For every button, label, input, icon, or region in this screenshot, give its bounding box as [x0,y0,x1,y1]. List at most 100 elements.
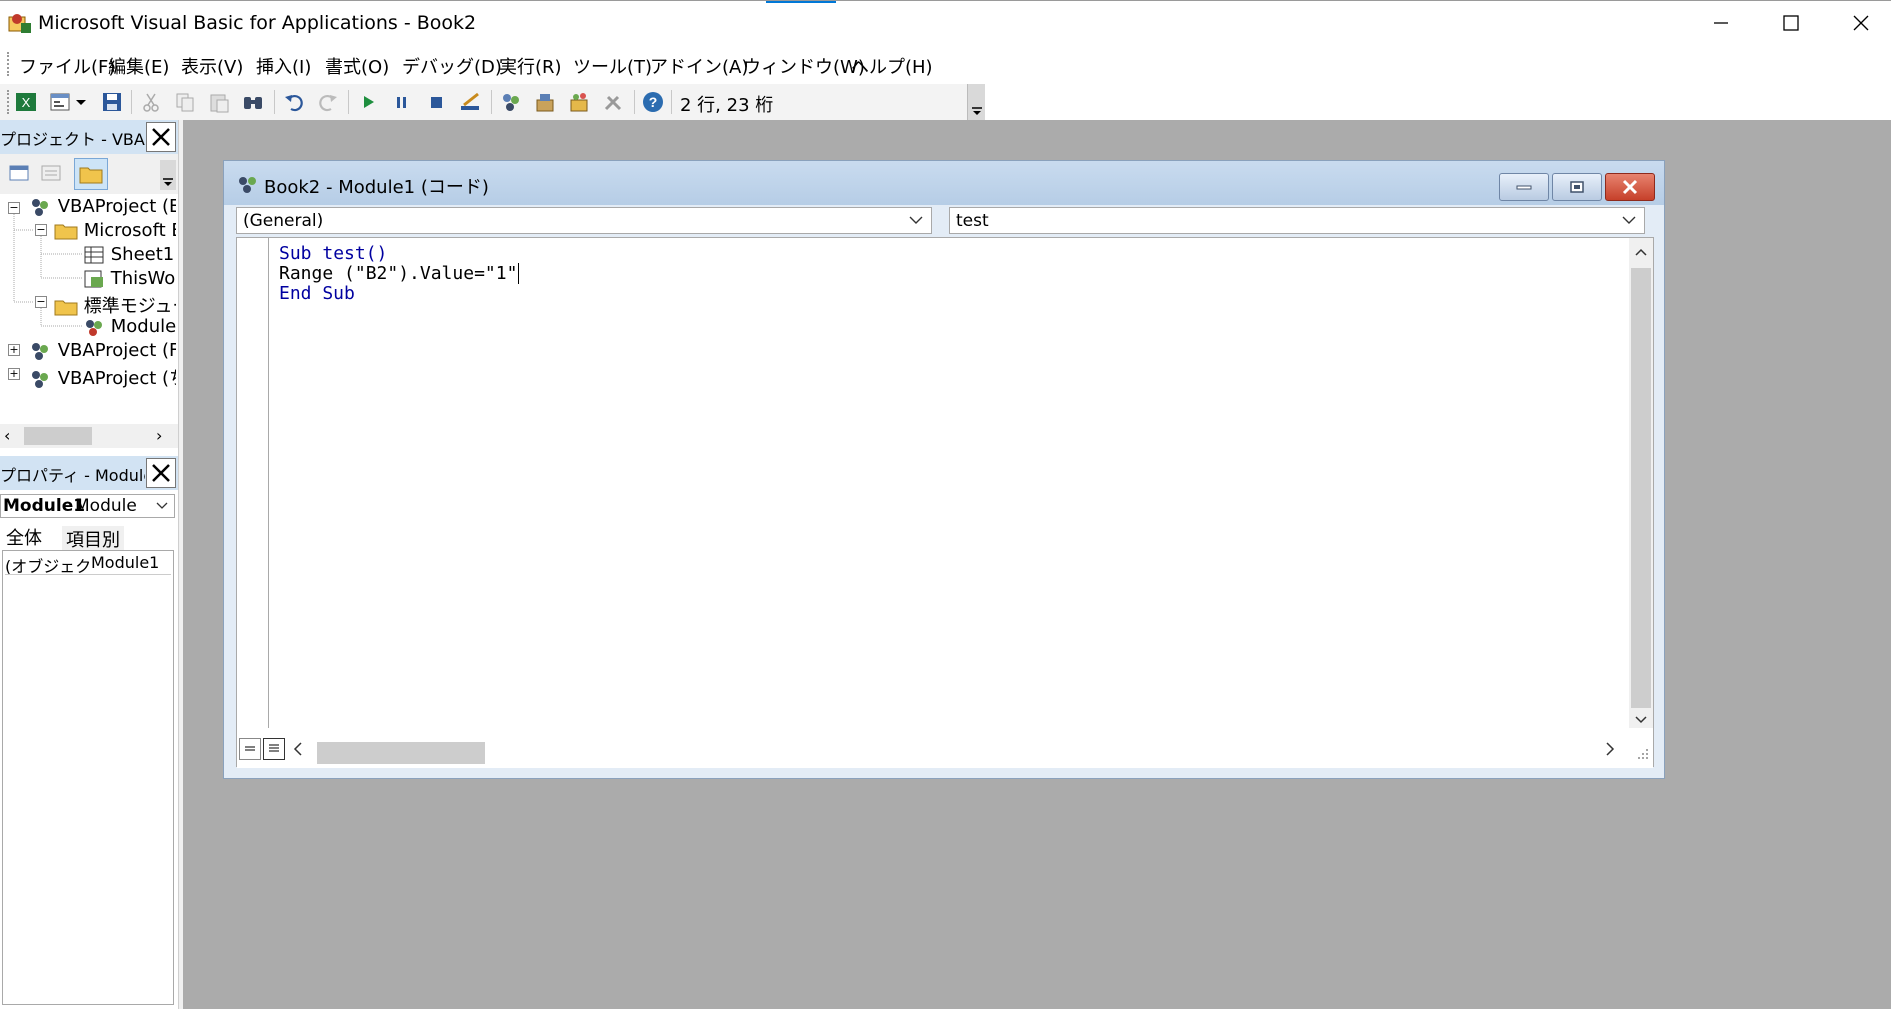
properties-window-icon[interactable] [532,89,558,115]
project-toolbar-chevron[interactable] [160,160,176,190]
property-row-name[interactable]: (オブジェクト名)Module1 [5,553,171,575]
view-excel-icon[interactable]: X [13,89,39,115]
scroll-right-icon[interactable]: › [156,426,162,445]
tree-node-thisworkbook[interactable]: ThisWork [83,268,176,289]
object-combo[interactable]: (General) [236,207,932,234]
menu-addins[interactable]: アドイン(A) [650,53,748,79]
toggle-folders-icon[interactable] [74,158,108,190]
object-browser-icon[interactable] [566,89,592,115]
code-window-close-button[interactable] [1605,173,1655,201]
menu-help[interactable]: ヘルプ(H) [851,53,933,79]
procedure-combo[interactable]: test [949,207,1645,234]
project-hscrollbar[interactable]: ‹ › [0,424,178,448]
code-vscrollbar[interactable] [1629,238,1653,728]
properties-panel-close-icon[interactable] [146,458,176,488]
menubar-grip[interactable] [7,52,10,76]
workbook-icon [84,270,103,288]
scroll-down-icon[interactable] [1635,716,1647,724]
procedure-view-icon[interactable] [239,738,261,760]
scroll-thumb[interactable] [24,427,92,445]
toolbar-overflow-chevron[interactable] [967,84,985,120]
insert-userform-icon[interactable] [47,89,73,115]
scroll-right-icon[interactable] [1605,742,1615,756]
full-module-view-icon[interactable] [263,738,285,760]
help-icon[interactable]: ? [640,89,666,115]
toolbar-separator [131,90,132,114]
tree-node-vbaproject-book2[interactable]: VBAProject (E [28,196,176,218]
menu-window[interactable]: ウィンドウ(W) [743,53,865,79]
menu-tools[interactable]: ツール(T) [573,53,652,79]
breakpoint-margin[interactable] [237,238,269,766]
insert-dropdown-icon[interactable] [73,89,89,115]
menu-debug[interactable]: デバッグ(D) [402,53,502,79]
code-editor[interactable]: Sub test() Range ("B2").Value="1" End Sub [236,237,1654,768]
code-window-restore-button[interactable] [1552,173,1602,201]
toolbox-icon[interactable] [600,89,626,115]
tree-node-excel-objects[interactable]: Microsoft Ex [54,220,176,241]
resize-grip-icon[interactable] [1635,746,1649,760]
project-tree: − − − + + VBAProject (E Microsoft Ex She… [0,194,176,424]
code-window-minimize-button[interactable] [1499,173,1549,201]
tree-node-label: Module1 [110,316,176,337]
maximize-button[interactable] [1756,1,1826,45]
scroll-left-icon[interactable]: ‹ [4,426,10,445]
tree-node-label: Microsoft Ex [83,220,176,241]
save-icon[interactable] [99,89,125,115]
break-icon[interactable] [389,89,415,115]
project-panel-toolbar [0,154,178,194]
code-hscrollbar[interactable] [237,728,1653,768]
scroll-thumb[interactable] [1631,268,1651,708]
redo-icon[interactable] [315,89,341,115]
collapse-icon[interactable]: − [35,296,47,308]
run-icon[interactable] [355,89,381,115]
toolbar-separator [634,90,635,114]
code-window-titlebar[interactable]: Book2 - Module1 (コード) [224,161,1664,205]
menu-view[interactable]: 表示(V) [181,53,243,79]
tree-node-standard-modules[interactable]: 標準モジュー [54,292,176,318]
svg-text:?: ? [649,94,658,110]
undo-icon[interactable] [281,89,307,115]
reset-icon[interactable] [423,89,449,115]
cut-icon[interactable] [138,89,164,115]
tab-categorized[interactable]: 項目別 [62,526,124,552]
property-value: Module1 [91,553,160,572]
view-code-icon[interactable] [8,162,30,189]
menu-insert[interactable]: 挿入(I) [256,53,311,79]
code-window: Book2 - Module1 (コード) (General) test Sub… [223,160,1665,779]
tree-node-module1[interactable]: Module1 [83,316,176,337]
menu-format[interactable]: 書式(O) [325,53,389,79]
properties-panel: プロパティ - Module1 Module1 Module 全体 項目別 (オ… [0,456,178,1009]
find-icon[interactable] [240,89,266,115]
scroll-thumb[interactable] [317,742,485,764]
paste-icon[interactable] [206,89,232,115]
close-button[interactable] [1826,1,1891,45]
chevron-down-icon [1622,216,1636,224]
view-object-icon[interactable] [40,162,62,189]
project-panel-close-icon[interactable] [146,122,176,152]
project-explorer-icon[interactable] [498,89,524,115]
standard-toolbar: X ? 2 行, 23 桁 [0,84,985,120]
toolbar-separator [491,90,492,114]
toolbar-grip[interactable] [7,90,10,114]
tree-node-vbaproject-3[interactable]: VBAProject (ち [28,364,176,390]
minimize-button[interactable] [1686,1,1756,45]
properties-object-combo[interactable]: Module1 Module [0,494,175,518]
code-text[interactable]: Sub test() Range ("B2").Value="1" End Sub [279,244,520,304]
tree-node-label: Sheet1 ( [110,244,176,265]
menu-run[interactable]: 実行(R) [499,53,562,79]
menu-file[interactable]: ファイル(F) [19,53,115,79]
menu-edit[interactable]: 編集(E) [108,53,169,79]
expand-icon[interactable]: + [8,344,20,356]
tree-node-vbaproject-2[interactable]: VBAProject (F [28,340,176,362]
collapse-icon[interactable]: − [8,202,20,214]
collapse-icon[interactable]: − [35,224,47,236]
tree-node-sheet1[interactable]: Sheet1 ( [83,244,176,265]
copy-icon[interactable] [172,89,198,115]
expand-icon[interactable]: + [8,368,20,380]
design-mode-icon[interactable] [457,89,483,115]
scroll-left-icon[interactable] [293,742,303,756]
tab-alphabetic[interactable]: 全体 [6,524,42,550]
tree-node-label: 標準モジュー [83,296,176,317]
scroll-up-icon[interactable] [1635,248,1647,256]
module-icon [239,177,256,193]
